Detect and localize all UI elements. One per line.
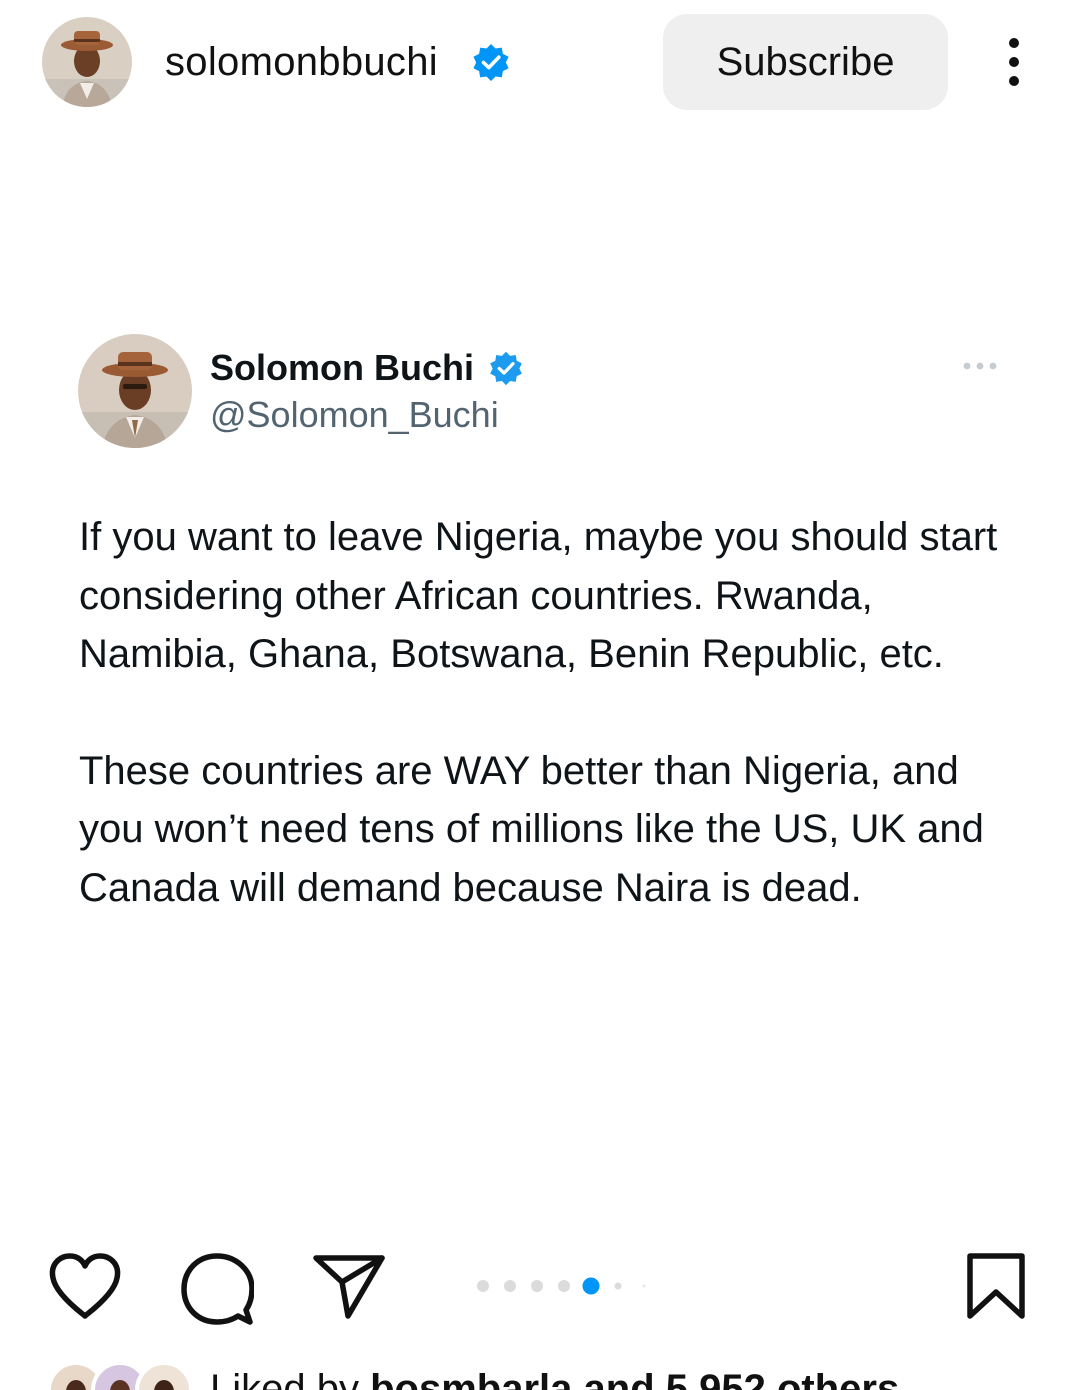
liked-by-prefix: Liked by bbox=[210, 1367, 359, 1390]
send-icon[interactable] bbox=[312, 1252, 386, 1322]
liked-by-others[interactable]: and 5,952 others bbox=[584, 1367, 900, 1390]
post-header: solomonbbuchi Subscribe bbox=[0, 0, 1080, 125]
verified-badge-icon bbox=[473, 44, 509, 81]
carousel-indicator bbox=[477, 1277, 646, 1295]
subscribe-button[interactable]: Subscribe bbox=[663, 14, 948, 110]
comment-icon[interactable] bbox=[180, 1252, 254, 1326]
carousel-dot bbox=[531, 1280, 543, 1292]
instagram-post: solomonbbuchi Subscribe Solomon Buchi @S… bbox=[0, 0, 1080, 1390]
bookmark-icon[interactable] bbox=[964, 1252, 1028, 1322]
carousel-dot bbox=[558, 1280, 570, 1292]
verified-badge-icon bbox=[490, 351, 522, 386]
tweet-paragraph: These countries are WAY better than Nige… bbox=[79, 748, 984, 910]
carousel-dot bbox=[504, 1280, 516, 1292]
carousel-dot bbox=[477, 1280, 489, 1292]
tweet-author-avatar bbox=[78, 334, 192, 448]
liked-by-user[interactable]: bosmbarla bbox=[370, 1367, 572, 1390]
more-options-icon[interactable] bbox=[998, 36, 1030, 88]
carousel-dot bbox=[614, 1282, 622, 1290]
tweet-text: If you want to leave Nigeria, maybe you … bbox=[79, 508, 1009, 917]
heart-icon[interactable] bbox=[48, 1252, 122, 1322]
carousel-dot-active bbox=[582, 1277, 600, 1295]
liked-by-text[interactable]: Liked by bosmbarla and 5,952 others bbox=[210, 1364, 899, 1390]
tweet-more-icon bbox=[963, 362, 997, 370]
tweet-author-name: Solomon Buchi bbox=[210, 347, 474, 388]
tweet-paragraph: If you want to leave Nigeria, maybe you … bbox=[79, 515, 998, 676]
carousel-dot bbox=[642, 1284, 646, 1288]
username[interactable]: solomonbbuchi bbox=[165, 37, 438, 87]
profile-avatar[interactable] bbox=[42, 17, 132, 107]
liked-by-avatars[interactable] bbox=[44, 1360, 194, 1390]
tweet-author-handle: @Solomon_Buchi bbox=[210, 394, 499, 435]
